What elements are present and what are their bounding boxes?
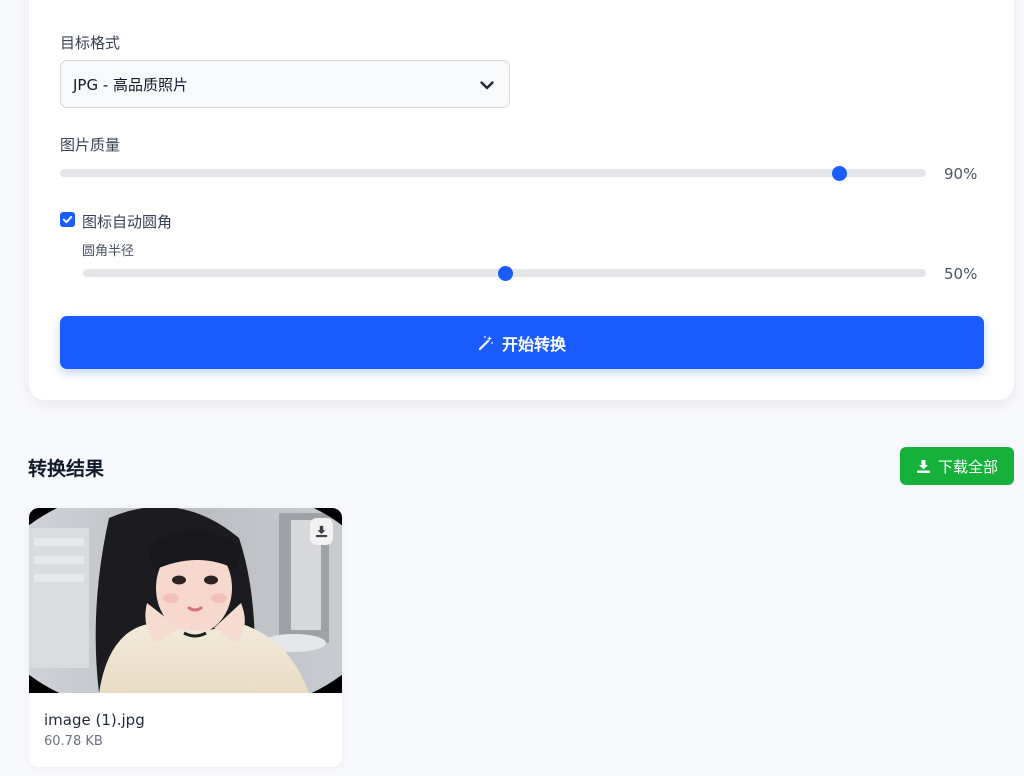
format-select[interactable]: JPG - 高品质照片: [60, 60, 510, 108]
result-thumbnail[interactable]: [29, 508, 342, 693]
download-item-button[interactable]: [310, 518, 333, 545]
chevron-down-icon: [480, 81, 494, 90]
rounded-corners-checkbox[interactable]: [60, 212, 75, 227]
download-all-label: 下载全部: [937, 457, 998, 476]
radius-label: 圆角半径: [82, 244, 135, 259]
check-icon: [62, 215, 73, 224]
convert-button-label: 开始转换: [501, 334, 566, 354]
download-icon: [916, 459, 930, 473]
download-icon: [315, 525, 328, 538]
results-title: 转换结果: [28, 458, 105, 480]
download-all-button[interactable]: 下载全部: [900, 447, 1014, 485]
rounded-corners-label[interactable]: 图标自动圆角: [82, 211, 172, 232]
quality-label: 图片质量: [60, 136, 121, 154]
quality-value: 90%: [944, 165, 978, 183]
quality-slider[interactable]: [60, 166, 926, 181]
radius-slider[interactable]: [83, 266, 926, 281]
photo-thumbnail: [29, 508, 342, 693]
result-card: image (1).jpg 60.78 KB: [29, 508, 342, 767]
magic-wand-icon: [478, 335, 493, 350]
radius-value: 50%: [944, 265, 978, 283]
radius-slider-thumb[interactable]: [497, 266, 513, 281]
convert-button[interactable]: 开始转换: [60, 316, 984, 369]
format-label: 目标格式: [60, 34, 121, 52]
format-select-value: JPG - 高品质照片: [73, 75, 189, 94]
result-file-name: image (1).jpg: [44, 711, 145, 729]
result-file-size: 60.78 KB: [44, 734, 103, 749]
